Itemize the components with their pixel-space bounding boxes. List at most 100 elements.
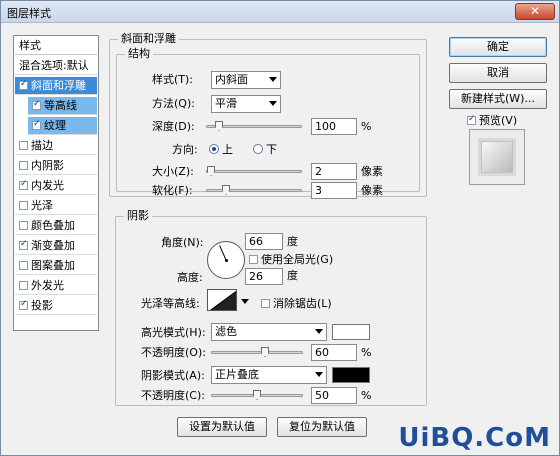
shadow-opacity-input[interactable]: 50 bbox=[311, 387, 357, 404]
style-list-checkbox[interactable] bbox=[19, 240, 28, 250]
style-label: 样式(T): bbox=[152, 73, 194, 86]
structure-title: 结构 bbox=[125, 48, 153, 60]
gloss-contour-picker[interactable] bbox=[207, 289, 237, 311]
highlight-opacity-input[interactable]: 60 bbox=[311, 344, 357, 361]
style-select[interactable]: 内斜面 bbox=[211, 71, 281, 89]
style-list-checkbox[interactable] bbox=[19, 160, 28, 170]
cancel-button[interactable]: 取消 bbox=[449, 63, 547, 83]
style-list-label: 样式 bbox=[19, 39, 41, 52]
new-style-button[interactable]: 新建样式(W)... bbox=[449, 89, 547, 109]
style-list-item[interactable]: 样式 bbox=[15, 37, 97, 55]
style-list-checkbox[interactable] bbox=[19, 280, 28, 290]
angle-input[interactable]: 66 bbox=[245, 233, 283, 250]
style-list-checkbox[interactable] bbox=[32, 120, 41, 130]
soften-input[interactable]: 3 bbox=[311, 182, 357, 199]
style-list-item[interactable]: 内发光 bbox=[15, 177, 97, 195]
altitude-label: 高度: bbox=[177, 271, 203, 284]
antialias-option[interactable]: 消除锯齿(L) bbox=[257, 297, 332, 311]
size-input[interactable]: 2 bbox=[311, 163, 357, 180]
preview-label: 预览(V) bbox=[479, 114, 518, 127]
depth-input[interactable]: 100 bbox=[311, 118, 357, 135]
style-list-item[interactable]: 外发光 bbox=[15, 277, 97, 295]
highlight-mode-value: 滤色 bbox=[215, 325, 237, 338]
style-list-label: 图案叠加 bbox=[31, 259, 75, 272]
highlight-opacity-slider[interactable] bbox=[211, 347, 303, 359]
layer-style-dialog: 图层样式 ✕ 样式混合选项:默认斜面和浮雕等高线纹理描边内阴影内发光光泽颜色叠加… bbox=[0, 0, 560, 456]
depth-slider[interactable] bbox=[206, 121, 302, 133]
shadow-opacity-slider[interactable] bbox=[211, 390, 303, 402]
altitude-input[interactable]: 26 bbox=[245, 268, 283, 285]
style-list-checkbox[interactable] bbox=[19, 300, 28, 310]
preview-option[interactable]: 预览(V) bbox=[463, 114, 517, 128]
style-list-item[interactable]: 描边 bbox=[15, 137, 97, 155]
highlight-mode-label: 高光模式(H): bbox=[141, 326, 206, 339]
radio-down[interactable] bbox=[253, 144, 263, 154]
slider-thumb[interactable] bbox=[215, 121, 223, 131]
global-light-checkbox[interactable] bbox=[249, 254, 258, 264]
shadow-mode-value: 正片叠底 bbox=[215, 368, 259, 381]
style-list-label: 等高线 bbox=[44, 99, 77, 112]
preview-checkbox[interactable] bbox=[467, 115, 476, 125]
soften-value: 3 bbox=[315, 184, 322, 197]
antialias-checkbox[interactable] bbox=[261, 298, 270, 308]
global-light-option[interactable]: 使用全局光(G) bbox=[245, 253, 333, 267]
style-list-checkbox[interactable] bbox=[19, 140, 28, 150]
angle-unit: 度 bbox=[287, 235, 298, 248]
shadow-opacity-value: 50 bbox=[315, 389, 329, 402]
style-list-checkbox[interactable] bbox=[19, 220, 28, 230]
close-icon[interactable]: ✕ bbox=[515, 3, 555, 20]
direction-up-option[interactable]: 上 bbox=[209, 143, 233, 157]
style-list-label: 混合选项:默认 bbox=[19, 59, 89, 72]
chevron-down-icon bbox=[269, 77, 277, 82]
set-default-button[interactable]: 设置为默认值 bbox=[177, 417, 267, 437]
style-list-checkbox[interactable] bbox=[19, 80, 28, 90]
style-list-label: 投影 bbox=[31, 299, 53, 312]
chevron-down-icon[interactable] bbox=[241, 299, 249, 304]
highlight-color-swatch[interactable] bbox=[332, 324, 370, 340]
radio-up[interactable] bbox=[209, 144, 219, 154]
angle-dial[interactable] bbox=[207, 241, 245, 279]
technique-select-value: 平滑 bbox=[215, 97, 237, 110]
style-list-item[interactable]: 等高线 bbox=[28, 97, 97, 115]
style-list-label: 描边 bbox=[31, 139, 53, 152]
slider-thumb[interactable] bbox=[261, 347, 269, 357]
highlight-opacity-value: 60 bbox=[315, 346, 329, 359]
style-preview-swatch bbox=[481, 141, 513, 173]
style-list-item[interactable]: 混合选项:默认 bbox=[15, 57, 97, 75]
style-list-item[interactable]: 内阴影 bbox=[15, 157, 97, 175]
ok-button[interactable]: 确定 bbox=[449, 37, 547, 57]
style-list-checkbox[interactable] bbox=[19, 180, 28, 190]
direction-down-option[interactable]: 下 bbox=[253, 143, 277, 157]
technique-select[interactable]: 平滑 bbox=[211, 95, 281, 113]
style-list-item[interactable]: 图案叠加 bbox=[15, 257, 97, 275]
style-list: 样式混合选项:默认斜面和浮雕等高线纹理描边内阴影内发光光泽颜色叠加渐变叠加图案叠… bbox=[13, 35, 99, 331]
slider-track bbox=[211, 351, 303, 354]
style-list-label: 斜面和浮雕 bbox=[31, 79, 86, 92]
style-list-item[interactable]: 纹理 bbox=[28, 117, 97, 135]
style-list-item[interactable]: 斜面和浮雕 bbox=[15, 77, 97, 95]
style-list-checkbox[interactable] bbox=[19, 260, 28, 270]
bevel-group-title: 斜面和浮雕 bbox=[118, 33, 179, 45]
chevron-down-icon bbox=[315, 372, 323, 377]
style-list-label: 颜色叠加 bbox=[31, 219, 75, 232]
slider-thumb[interactable] bbox=[222, 185, 230, 195]
style-list-item[interactable]: 投影 bbox=[15, 297, 97, 315]
highlight-mode-select[interactable]: 滤色 bbox=[211, 323, 327, 341]
style-list-checkbox[interactable] bbox=[19, 200, 28, 210]
highlight-opacity-label: 不透明度(O): bbox=[141, 346, 206, 359]
depth-unit: % bbox=[361, 120, 372, 133]
size-slider[interactable] bbox=[206, 166, 302, 178]
slider-thumb[interactable] bbox=[253, 390, 261, 400]
soften-slider[interactable] bbox=[206, 185, 302, 197]
angle-center-dot bbox=[225, 259, 228, 262]
direction-label: 方向: bbox=[172, 143, 198, 156]
shadow-color-swatch[interactable] bbox=[332, 367, 370, 383]
shadow-mode-select[interactable]: 正片叠底 bbox=[211, 366, 327, 384]
slider-thumb[interactable] bbox=[207, 166, 215, 176]
reset-default-button[interactable]: 复位为默认值 bbox=[277, 417, 367, 437]
style-list-item[interactable]: 光泽 bbox=[15, 197, 97, 215]
style-list-item[interactable]: 颜色叠加 bbox=[15, 217, 97, 235]
shadow-opacity-unit: % bbox=[361, 389, 372, 402]
style-list-item[interactable]: 渐变叠加 bbox=[15, 237, 97, 255]
style-list-checkbox[interactable] bbox=[32, 100, 41, 110]
